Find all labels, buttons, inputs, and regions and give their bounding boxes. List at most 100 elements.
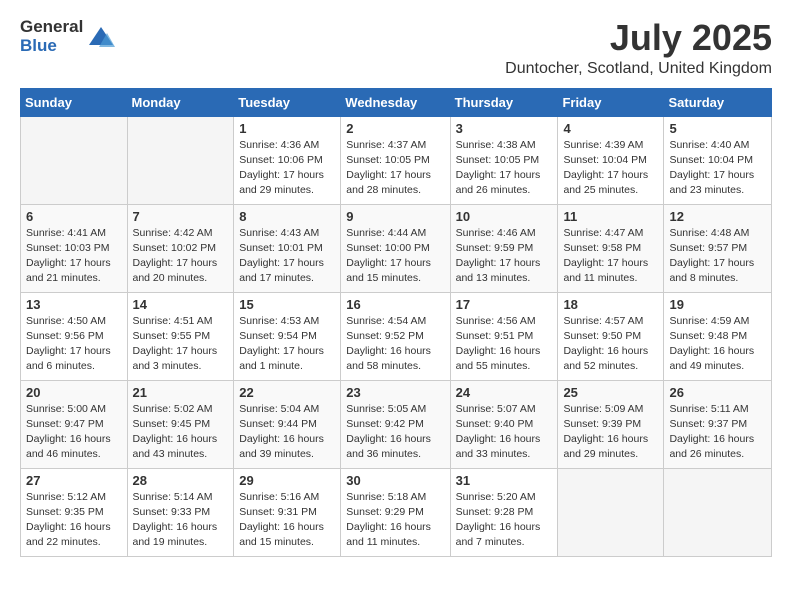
day-number: 19 — [669, 297, 766, 312]
day-info: Sunrise: 5:18 AMSunset: 9:29 PMDaylight:… — [346, 490, 444, 551]
day-number: 25 — [563, 385, 658, 400]
day-info: Sunrise: 4:41 AMSunset: 10:03 PMDaylight… — [26, 226, 122, 287]
day-info: Sunrise: 5:00 AMSunset: 9:47 PMDaylight:… — [26, 402, 122, 463]
day-info: Sunrise: 5:04 AMSunset: 9:44 PMDaylight:… — [239, 402, 335, 463]
week-row-2: 6 Sunrise: 4:41 AMSunset: 10:03 PMDayligh… — [21, 204, 772, 292]
logo-general-text: General — [20, 18, 83, 37]
week-row-5: 27 Sunrise: 5:12 AMSunset: 9:35 PMDayligh… — [21, 468, 772, 556]
calendar-cell: 27 Sunrise: 5:12 AMSunset: 9:35 PMDayligh… — [21, 468, 128, 556]
day-number: 27 — [26, 473, 122, 488]
day-number: 29 — [239, 473, 335, 488]
calendar-cell — [127, 116, 234, 204]
week-row-3: 13 Sunrise: 4:50 AMSunset: 9:56 PMDayligh… — [21, 292, 772, 380]
day-number: 7 — [133, 209, 229, 224]
calendar-cell: 8Sunrise: 4:43 AMSunset: 10:01 PMDayligh… — [234, 204, 341, 292]
calendar-cell: 4 Sunrise: 4:39 AMSunset: 10:04 PMDayligh… — [558, 116, 664, 204]
day-number: 11 — [563, 209, 658, 224]
day-number: 5 — [669, 121, 766, 136]
weekday-header-saturday: Saturday — [664, 88, 772, 116]
day-info: Sunrise: 4:47 AMSunset: 9:58 PMDaylight:… — [563, 226, 658, 287]
weekday-header-thursday: Thursday — [450, 88, 558, 116]
calendar-cell: 11 Sunrise: 4:47 AMSunset: 9:58 PMDayligh… — [558, 204, 664, 292]
day-info: Sunrise: 4:57 AMSunset: 9:50 PMDaylight:… — [563, 314, 658, 375]
weekday-header-monday: Monday — [127, 88, 234, 116]
title-area: July 2025 Duntocher, Scotland, United Ki… — [505, 18, 772, 78]
calendar-cell: 28 Sunrise: 5:14 AMSunset: 9:33 PMDayligh… — [127, 468, 234, 556]
day-info: Sunrise: 4:50 AMSunset: 9:56 PMDaylight:… — [26, 314, 122, 375]
day-number: 31 — [456, 473, 553, 488]
calendar-cell: 16Sunrise: 4:54 AMSunset: 9:52 PMDayligh… — [341, 292, 450, 380]
day-number: 6 — [26, 209, 122, 224]
day-info: Sunrise: 4:56 AMSunset: 9:51 PMDaylight:… — [456, 314, 553, 375]
day-number: 3 — [456, 121, 553, 136]
calendar-cell: 14Sunrise: 4:51 AMSunset: 9:55 PMDayligh… — [127, 292, 234, 380]
day-info: Sunrise: 5:14 AMSunset: 9:33 PMDaylight:… — [133, 490, 229, 551]
day-number: 17 — [456, 297, 553, 312]
day-info: Sunrise: 4:38 AMSunset: 10:05 PMDaylight… — [456, 138, 553, 199]
day-number: 15 — [239, 297, 335, 312]
calendar-cell: 19 Sunrise: 4:59 AMSunset: 9:48 PMDayligh… — [664, 292, 772, 380]
calendar-cell: 31 Sunrise: 5:20 AMSunset: 9:28 PMDayligh… — [450, 468, 558, 556]
calendar-cell — [21, 116, 128, 204]
day-number: 21 — [133, 385, 229, 400]
day-info: Sunrise: 5:20 AMSunset: 9:28 PMDaylight:… — [456, 490, 553, 551]
day-info: Sunrise: 5:07 AMSunset: 9:40 PMDaylight:… — [456, 402, 553, 463]
week-row-1: 1Sunrise: 4:36 AMSunset: 10:06 PMDayligh… — [21, 116, 772, 204]
day-number: 4 — [563, 121, 658, 136]
day-info: Sunrise: 4:39 AMSunset: 10:04 PMDaylight… — [563, 138, 658, 199]
calendar-table: SundayMondayTuesdayWednesdayThursdayFrid… — [20, 88, 772, 557]
day-number: 10 — [456, 209, 553, 224]
day-info: Sunrise: 4:48 AMSunset: 9:57 PMDaylight:… — [669, 226, 766, 287]
calendar-cell: 30 Sunrise: 5:18 AMSunset: 9:29 PMDayligh… — [341, 468, 450, 556]
day-info: Sunrise: 4:37 AMSunset: 10:05 PMDaylight… — [346, 138, 444, 199]
day-number: 28 — [133, 473, 229, 488]
week-row-4: 20 Sunrise: 5:00 AMSunset: 9:47 PMDayligh… — [21, 380, 772, 468]
weekday-header-row: SundayMondayTuesdayWednesdayThursdayFrid… — [21, 88, 772, 116]
calendar-cell: 12 Sunrise: 4:48 AMSunset: 9:57 PMDayligh… — [664, 204, 772, 292]
day-info: Sunrise: 4:43 AMSunset: 10:01 PMDaylight… — [239, 226, 335, 287]
day-number: 30 — [346, 473, 444, 488]
day-number: 26 — [669, 385, 766, 400]
logo-icon — [87, 23, 115, 51]
calendar-cell — [664, 468, 772, 556]
month-title: July 2025 — [505, 18, 772, 58]
day-info: Sunrise: 4:53 AMSunset: 9:54 PMDaylight:… — [239, 314, 335, 375]
day-info: Sunrise: 4:54 AMSunset: 9:52 PMDaylight:… — [346, 314, 444, 375]
logo-blue-text: Blue — [20, 37, 83, 56]
calendar-cell: 26 Sunrise: 5:11 AMSunset: 9:37 PMDayligh… — [664, 380, 772, 468]
day-number: 13 — [26, 297, 122, 312]
calendar-cell: 7 Sunrise: 4:42 AMSunset: 10:02 PMDayligh… — [127, 204, 234, 292]
day-number: 22 — [239, 385, 335, 400]
day-info: Sunrise: 4:59 AMSunset: 9:48 PMDaylight:… — [669, 314, 766, 375]
calendar-cell: 24 Sunrise: 5:07 AMSunset: 9:40 PMDayligh… — [450, 380, 558, 468]
day-info: Sunrise: 5:05 AMSunset: 9:42 PMDaylight:… — [346, 402, 444, 463]
day-number: 20 — [26, 385, 122, 400]
calendar-cell: 6 Sunrise: 4:41 AMSunset: 10:03 PMDayligh… — [21, 204, 128, 292]
day-info: Sunrise: 5:12 AMSunset: 9:35 PMDaylight:… — [26, 490, 122, 551]
day-number: 24 — [456, 385, 553, 400]
calendar-cell: 25Sunrise: 5:09 AMSunset: 9:39 PMDayligh… — [558, 380, 664, 468]
day-info: Sunrise: 4:51 AMSunset: 9:55 PMDaylight:… — [133, 314, 229, 375]
calendar-cell: 23 Sunrise: 5:05 AMSunset: 9:42 PMDayligh… — [341, 380, 450, 468]
weekday-header-wednesday: Wednesday — [341, 88, 450, 116]
calendar-cell: 22 Sunrise: 5:04 AMSunset: 9:44 PMDayligh… — [234, 380, 341, 468]
calendar-cell: 29 Sunrise: 5:16 AMSunset: 9:31 PMDayligh… — [234, 468, 341, 556]
day-info: Sunrise: 4:42 AMSunset: 10:02 PMDaylight… — [133, 226, 229, 287]
day-info: Sunrise: 4:46 AMSunset: 9:59 PMDaylight:… — [456, 226, 553, 287]
calendar-cell: 18 Sunrise: 4:57 AMSunset: 9:50 PMDayligh… — [558, 292, 664, 380]
calendar-cell: 13 Sunrise: 4:50 AMSunset: 9:56 PMDayligh… — [21, 292, 128, 380]
day-number: 18 — [563, 297, 658, 312]
location-text: Duntocher, Scotland, United Kingdom — [505, 60, 772, 78]
calendar-cell: 2Sunrise: 4:37 AMSunset: 10:05 PMDayligh… — [341, 116, 450, 204]
calendar-cell: 5Sunrise: 4:40 AMSunset: 10:04 PMDayligh… — [664, 116, 772, 204]
calendar-cell: 1Sunrise: 4:36 AMSunset: 10:06 PMDayligh… — [234, 116, 341, 204]
weekday-header-tuesday: Tuesday — [234, 88, 341, 116]
day-number: 12 — [669, 209, 766, 224]
day-info: Sunrise: 5:16 AMSunset: 9:31 PMDaylight:… — [239, 490, 335, 551]
calendar-cell: 20 Sunrise: 5:00 AMSunset: 9:47 PMDayligh… — [21, 380, 128, 468]
day-number: 9 — [346, 209, 444, 224]
day-number: 23 — [346, 385, 444, 400]
calendar-cell: 10 Sunrise: 4:46 AMSunset: 9:59 PMDayligh… — [450, 204, 558, 292]
day-info: Sunrise: 5:11 AMSunset: 9:37 PMDaylight:… — [669, 402, 766, 463]
calendar-cell: 21Sunrise: 5:02 AMSunset: 9:45 PMDayligh… — [127, 380, 234, 468]
